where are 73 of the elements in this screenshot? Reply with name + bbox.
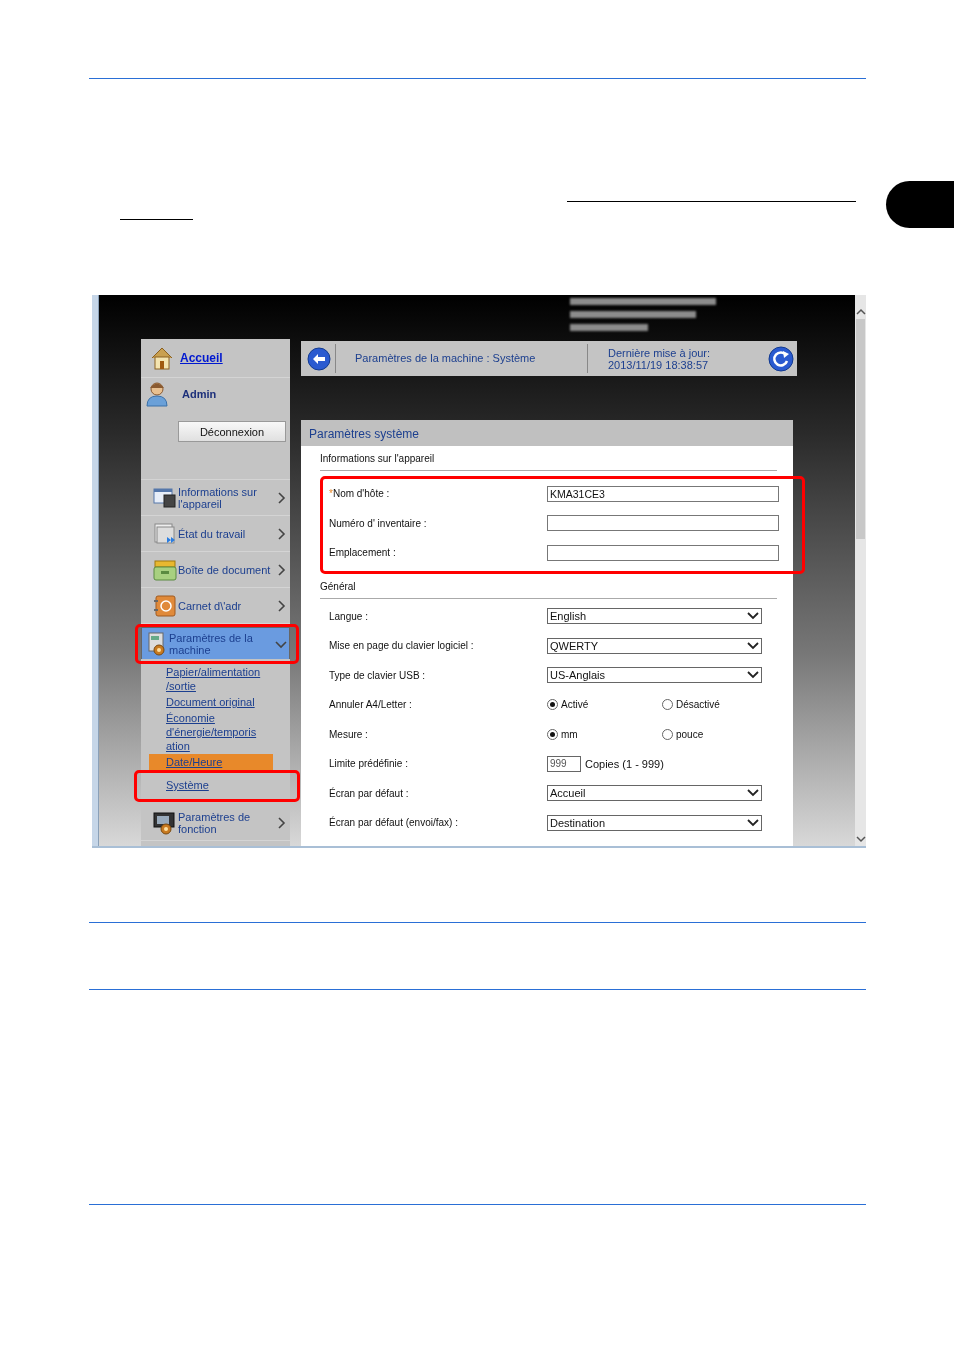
chevron-right-icon — [277, 815, 286, 830]
field-label: Type de clavier USB : — [329, 669, 426, 681]
radio-option[interactable]: Désactivé — [662, 699, 777, 711]
printer-window-icon — [153, 485, 177, 510]
submenu-link[interactable]: Système — [166, 778, 262, 792]
user-name: Admin — [182, 388, 217, 400]
update-label: Dernière mise à jour: — [608, 346, 712, 359]
radio-button[interactable] — [547, 699, 558, 711]
caret-icon — [747, 670, 759, 681]
submenu-link[interactable]: Document original — [166, 695, 261, 709]
document-stack-icon — [153, 521, 177, 546]
logout-button[interactable]: Déconnexion — [178, 421, 286, 442]
radio-button[interactable] — [662, 728, 673, 740]
field-label: Annuler A4/Letter : — [329, 699, 412, 711]
nav-item[interactable]: Paramètres de la machine — [141, 627, 290, 659]
address-book-icon — [153, 593, 177, 618]
radio-option[interactable]: mm — [547, 728, 662, 740]
radio-option[interactable]: Activé — [547, 699, 662, 711]
caret-icon — [747, 611, 759, 622]
caret-icon — [747, 817, 759, 828]
refresh-icon[interactable] — [768, 345, 794, 372]
scroll-down-icon — [854, 834, 867, 844]
panel-header: Paramètres système — [301, 420, 793, 446]
dropdown[interactable]: Accueil — [547, 785, 762, 802]
submenu-link[interactable]: Économie d'énergie/temporisation — [166, 711, 261, 753]
dropdown[interactable]: Destination — [547, 814, 762, 831]
field-label: Écran par défaut : — [329, 787, 409, 799]
monitor-gear-icon — [153, 810, 177, 835]
number-field[interactable]: 999 — [547, 755, 581, 772]
dropdown[interactable]: English — [547, 608, 762, 625]
dropdown[interactable]: QWERTY — [547, 637, 762, 654]
chevron-right-icon — [277, 526, 286, 541]
dropdown[interactable]: US-Anglais — [547, 667, 762, 684]
breadcrumb: Paramètres de la machine : Système — [336, 344, 588, 373]
update-time: 2013/11/19 18:38:57 — [608, 358, 710, 371]
nav-item[interactable]: Paramètres de fonction — [141, 805, 290, 841]
chevron-down-icon — [275, 638, 287, 649]
scrollbar[interactable] — [855, 295, 866, 846]
nav-item[interactable]: Carnet d\'adr — [141, 588, 290, 624]
drawer-icon — [153, 557, 177, 582]
radio-option[interactable]: pouce — [662, 728, 777, 740]
scroll-thumb[interactable] — [856, 319, 865, 539]
required-mark: * — [329, 488, 333, 500]
section-heading: Informations sur l'appareil — [320, 446, 777, 471]
radio-button[interactable] — [662, 699, 673, 711]
caret-icon — [747, 788, 759, 799]
field-label: Langue : — [329, 610, 368, 622]
scroll-up-icon — [854, 307, 867, 317]
field-label: Écran par défaut (envoi/fax) : — [329, 817, 458, 829]
field-label: Limite prédéfinie : — [329, 758, 408, 770]
home-link[interactable]: Accueil — [180, 351, 223, 365]
chevron-right-icon — [277, 598, 286, 613]
field-label: Mise en page du clavier logiciel : — [329, 640, 474, 652]
chevron-right-icon — [277, 562, 286, 577]
nav-item[interactable]: Boîte de document — [141, 552, 290, 588]
caret-icon — [747, 640, 759, 651]
nav-item[interactable]: État du travail — [141, 516, 290, 552]
submenu-link[interactable]: Papier/alimentation/sortie — [166, 665, 262, 693]
submenu-link[interactable]: Date/Heure — [166, 755, 269, 769]
text-field[interactable] — [547, 544, 779, 561]
field-label: Emplacement : — [329, 547, 396, 559]
house-icon — [151, 346, 173, 370]
range-hint: Copies (1 - 999) — [585, 757, 664, 770]
nav-item[interactable]: Informations sur l'appareil — [141, 480, 290, 516]
text-field[interactable] — [547, 515, 779, 532]
text-field[interactable]: KMA31CE3 — [547, 485, 779, 502]
radio-button[interactable] — [547, 728, 558, 740]
field-label: Numéro d' inventaire : — [329, 517, 427, 529]
field-label: Mesure : — [329, 728, 368, 740]
field-label: Nom d'hôte : — [332, 488, 390, 500]
chevron-right-icon — [277, 490, 286, 505]
section-heading: Général — [320, 573, 777, 599]
user-icon — [146, 381, 168, 407]
